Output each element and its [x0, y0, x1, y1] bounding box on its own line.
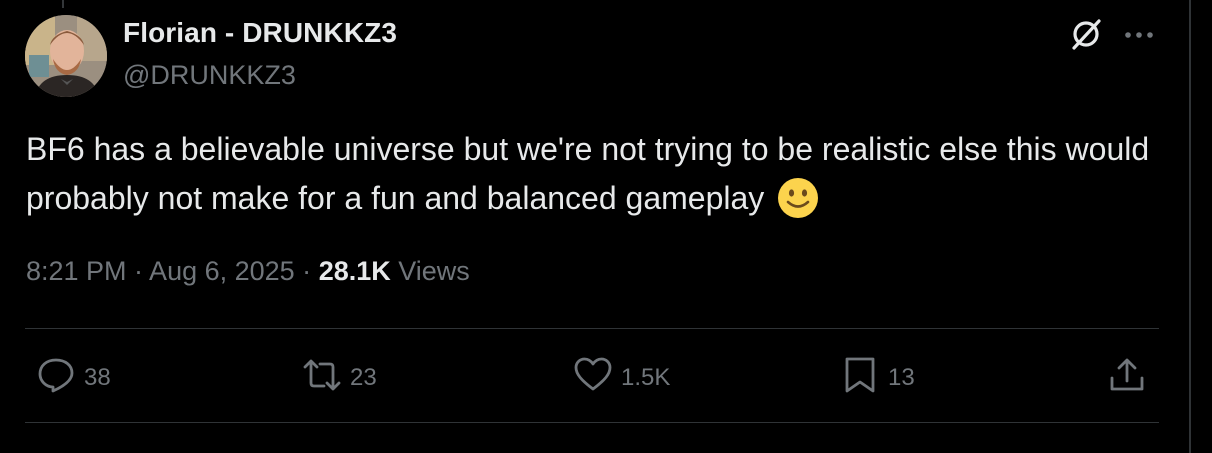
timestamp[interactable]: 8:21 PM · Aug 6, 2025 ·: [26, 256, 319, 286]
author-handle[interactable]: @DRUNKKZ3: [123, 60, 296, 91]
share-icon: [1107, 355, 1147, 402]
repost-count: 23: [350, 364, 377, 391]
author-display-name[interactable]: Florian - DRUNKKZ3: [123, 17, 397, 49]
divider-top: [25, 328, 1159, 329]
views-label: Views: [390, 256, 470, 286]
reply-icon: [36, 355, 76, 402]
repost-icon: [302, 355, 342, 402]
views-count: 28.1K: [318, 256, 391, 286]
repost-button[interactable]: 23: [302, 356, 377, 400]
bookmark-icon: [840, 355, 880, 402]
column-border: [1189, 0, 1191, 453]
tweet-text: BF6 has a believable universe but we're …: [26, 125, 1176, 223]
more-icon[interactable]: [1122, 18, 1156, 52]
tweet-meta: 8:21 PM · Aug 6, 2025 · 28.1K Views: [26, 256, 470, 287]
slightly-smiling-face-icon: [777, 177, 819, 219]
like-count: 1.5K: [621, 364, 671, 391]
divider-bottom: [25, 422, 1159, 423]
like-button[interactable]: 1.5K: [573, 356, 670, 400]
reply-button[interactable]: 38: [36, 356, 111, 400]
avatar[interactable]: [25, 15, 107, 97]
tweet-body: BF6 has a believable universe but we're …: [26, 131, 1150, 216]
bookmark-button[interactable]: 13: [840, 356, 915, 400]
bookmark-count: 13: [888, 364, 915, 391]
thread-connector: [62, 0, 64, 8]
like-icon: [573, 355, 613, 402]
reply-count: 38: [84, 364, 111, 391]
grok-icon[interactable]: [1068, 16, 1104, 52]
share-button[interactable]: [1107, 356, 1147, 400]
